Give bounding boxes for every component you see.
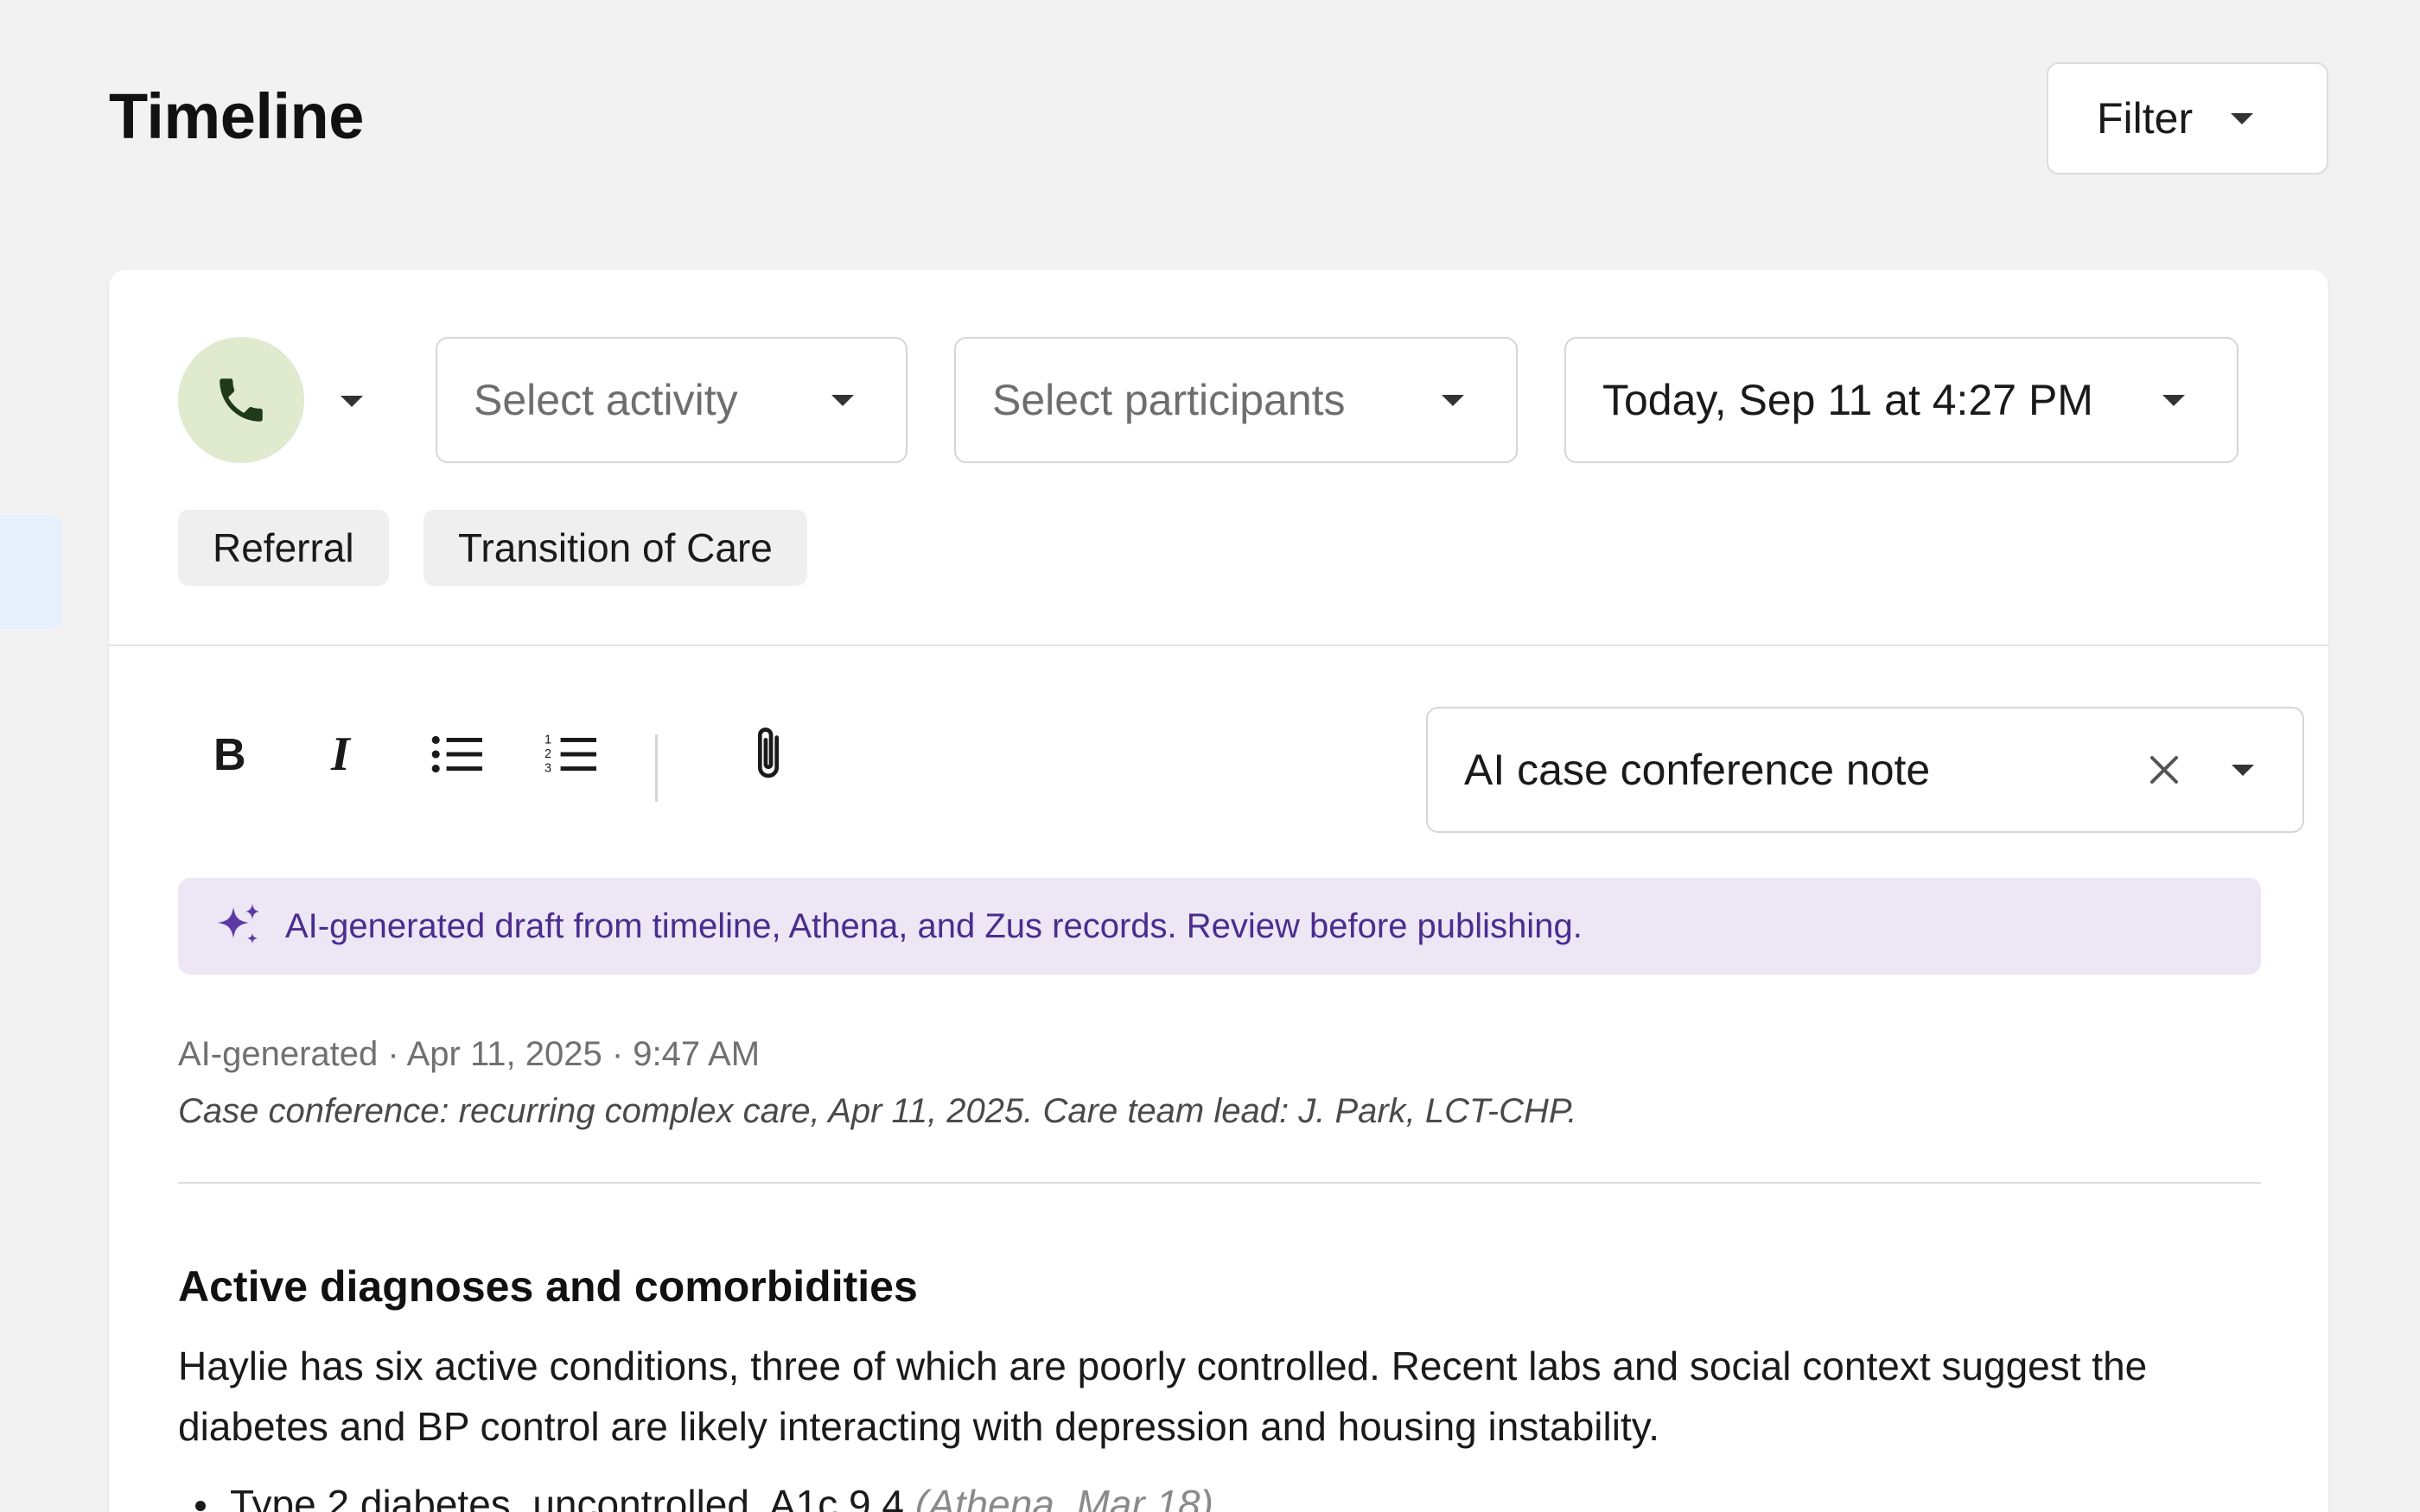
section-body: Haylie has six active conditions, three … xyxy=(178,1344,2148,1449)
tag-chip-referral[interactable]: Referral xyxy=(178,510,389,586)
italic-icon: I xyxy=(330,730,352,778)
italic-button[interactable]: I xyxy=(313,724,373,785)
ai-banner-text: AI-generated draft from timeline, Athena… xyxy=(285,906,1583,945)
bulleted-list-icon xyxy=(431,735,482,773)
filter-button[interactable]: Filter xyxy=(2047,62,2328,175)
toolbar-separator xyxy=(655,734,658,802)
select-activity-dropdown[interactable]: Select activity xyxy=(436,337,908,463)
side-tab-indicator[interactable] xyxy=(0,515,62,629)
list-item-source: (Athena, Mar 18) xyxy=(914,1482,1213,1512)
svg-text:1: 1 xyxy=(544,734,551,747)
attach-button[interactable] xyxy=(738,724,799,785)
note-template-select[interactable]: AI case conference note xyxy=(1426,707,2304,833)
phone-icon xyxy=(220,378,263,422)
note-meta: AI-generated · Apr 11, 2025 · 9:47 AM xyxy=(178,1035,761,1073)
list-item-text: Type 2 diabetes, uncontrolled. A1c 9.4 xyxy=(230,1482,904,1512)
paperclip-icon xyxy=(757,727,780,778)
activity-type-button[interactable] xyxy=(178,337,304,463)
section-heading: Active diagnoses and comorbidities xyxy=(178,1262,918,1311)
select-participants-dropdown[interactable]: Select participants xyxy=(954,337,1518,463)
datetime-value: Today, Sep 11 at 4:27 PM xyxy=(1602,376,2093,424)
bold-icon: B xyxy=(213,730,246,778)
activity-type-dropdown-icon[interactable] xyxy=(341,396,363,407)
ai-draft-banner: AI-generated draft from timeline, Athena… xyxy=(178,878,2261,975)
svg-text:I: I xyxy=(330,730,352,778)
list-item: Type 2 diabetes, uncontrolled. A1c 9.4 (… xyxy=(178,1481,1213,1512)
select-participants-placeholder: Select participants xyxy=(992,376,1346,424)
bullet-dot xyxy=(195,1501,206,1511)
numbered-list-button[interactable]: 1 2 3 xyxy=(541,724,602,785)
bold-button[interactable]: B xyxy=(199,724,259,785)
select-activity-placeholder: Select activity xyxy=(474,376,738,424)
page-title: Timeline xyxy=(109,80,364,152)
section-divider xyxy=(109,645,2328,646)
chevron-down-icon xyxy=(2231,112,2254,124)
note-template-value: AI case conference note xyxy=(1464,746,1931,794)
sparkle-icon xyxy=(213,900,264,952)
page: Timeline Filter Select activity Select p… xyxy=(0,0,2420,1512)
note-divider xyxy=(178,1182,2261,1184)
tag-chip-label: Referral xyxy=(213,525,354,570)
chevron-down-icon xyxy=(1442,394,1464,406)
filter-label: Filter xyxy=(2097,94,2194,143)
svg-text:3: 3 xyxy=(544,762,551,776)
bulleted-list-button[interactable] xyxy=(427,724,487,785)
chevron-down-icon xyxy=(831,394,854,406)
tag-chip-transition-of-care[interactable]: Transition of Care xyxy=(424,510,807,586)
close-icon[interactable] xyxy=(2147,753,2181,787)
svg-text:2: 2 xyxy=(544,747,551,761)
numbered-list-icon: 1 2 3 xyxy=(544,734,596,776)
activity-composer-card: Select activity Select participants Toda… xyxy=(109,270,2328,1512)
chevron-down-icon[interactable] xyxy=(2232,764,2254,776)
chevron-down-icon xyxy=(2162,394,2185,406)
tag-chip-label: Transition of Care xyxy=(458,525,773,570)
svg-text:B: B xyxy=(213,730,246,778)
datetime-picker[interactable]: Today, Sep 11 at 4:27 PM xyxy=(1564,337,2238,463)
note-subtitle: Case conference: recurring complex care,… xyxy=(178,1092,1577,1130)
